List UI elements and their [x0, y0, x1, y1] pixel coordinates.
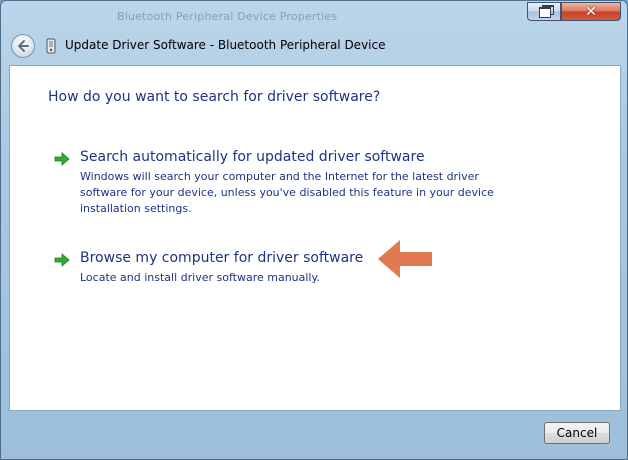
content-panel: How do you want to search for driver sof…	[9, 65, 621, 411]
bluetooth-device-icon	[46, 38, 56, 54]
option-description: Windows will search your computer and th…	[80, 170, 494, 215]
option-description: Locate and install driver software manua…	[80, 271, 320, 284]
back-button[interactable]	[11, 34, 35, 58]
green-arrow-icon	[54, 152, 70, 166]
restore-button[interactable]	[527, 2, 561, 21]
option-title: Browse my computer for driver software	[80, 250, 364, 266]
cancel-button[interactable]: Cancel	[544, 422, 610, 444]
orange-pointer-arrow-icon	[378, 240, 432, 278]
back-arrow-icon	[18, 40, 29, 52]
background-window-title: Bluetooth Peripheral Device Properties	[117, 10, 338, 23]
page-heading: How do you want to search for driver sof…	[48, 89, 381, 105]
green-arrow-icon	[54, 253, 70, 267]
option-title: Search automatically for updated driver …	[80, 149, 425, 165]
close-icon: ✕	[585, 3, 597, 20]
close-button[interactable]: ✕	[561, 2, 621, 21]
update-driver-window: Bluetooth Peripheral Device Properties ✕…	[0, 0, 628, 460]
dialog-title: Update Driver Software - Bluetooth Perip…	[65, 38, 386, 52]
